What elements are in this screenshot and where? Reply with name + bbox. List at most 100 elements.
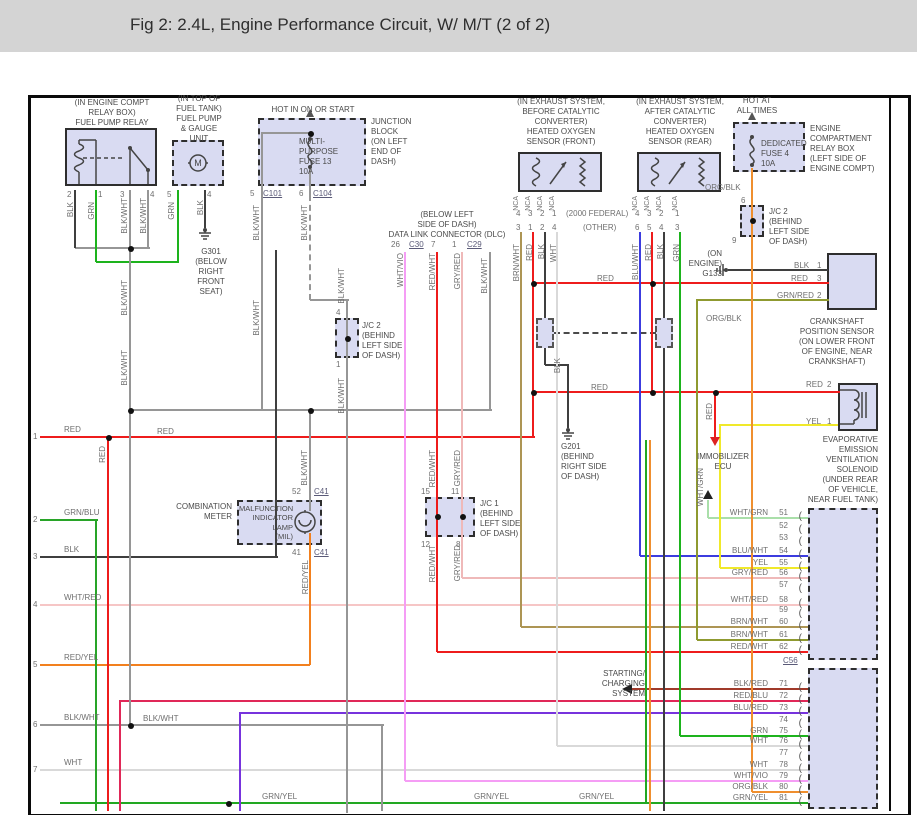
wire-segment — [309, 533, 311, 665]
crankshaft-sensor-box — [827, 253, 877, 310]
wire-segment — [640, 555, 808, 557]
fuel-pump-relay-caption: (IN ENGINE COMPT RELAY BOX) FUEL PUMP RE… — [52, 98, 172, 128]
pin-number: 51 — [779, 508, 788, 517]
wire-label: 1 — [817, 261, 821, 270]
wire-label: 3 — [675, 223, 679, 232]
wire-label: BLK — [553, 358, 562, 373]
junction-dot — [226, 801, 232, 807]
ecm-connector-box-1 — [808, 508, 878, 660]
pin-wire-label: BRN/WHT — [731, 617, 768, 626]
wire-label: 11 — [451, 487, 459, 496]
wire-label: RED — [157, 427, 174, 436]
pin-number: 79 — [779, 771, 788, 780]
pin-wire-label: RED/WHT — [731, 642, 768, 651]
wire-segment — [520, 232, 522, 627]
wire-label: RED/WHT — [428, 545, 437, 582]
wire-label: BLK/WHT — [120, 198, 129, 234]
junction-dot — [713, 390, 719, 396]
wire-label: 2 — [540, 209, 544, 218]
wire-label: ORG/BLK — [705, 183, 741, 192]
left-pin-number: 6 — [33, 720, 37, 729]
pin-wire-label: GRN — [750, 726, 768, 735]
wire-label: BRN/WHT — [512, 244, 521, 281]
pin-number: 61 — [779, 630, 788, 639]
pin-wire-label: BLU/RED — [733, 703, 768, 712]
wire-label: C104 — [313, 189, 332, 198]
left-wire-label: BLK/WHT — [64, 713, 100, 722]
wire-segment — [40, 556, 278, 558]
shield-symbol-rear — [655, 318, 673, 348]
wire-label: 6 — [635, 223, 639, 232]
pin-connector-arc: ( — [799, 739, 802, 750]
wire-label: RED — [591, 383, 608, 392]
left-pin-number: 3 — [33, 552, 37, 561]
wire-label: BLK — [66, 202, 75, 217]
wire-label: (2000 FEDERAL) — [566, 209, 628, 218]
wire-segment — [533, 391, 840, 393]
pin-connector-arc: ( — [799, 763, 802, 774]
left-pin-number: 2 — [33, 515, 37, 524]
pin-number: 77 — [779, 748, 788, 757]
junction-dot — [750, 218, 756, 224]
junction-dot — [650, 281, 656, 287]
wire-label: 52 — [292, 487, 301, 496]
o2-rear-caption: (IN EXHAUST SYSTEM, AFTER CATALYTIC CONV… — [625, 97, 735, 147]
o2-front-caption: (IN EXHAUST SYSTEM, BEFORE CATALYTIC CON… — [506, 97, 616, 147]
wire-label: 4 — [336, 308, 340, 317]
wire-label: BLK/WHT — [252, 300, 261, 336]
wire-segment — [40, 769, 808, 771]
pin-wire-label: WHT/RED — [731, 595, 768, 604]
pin-wire-label: WHT/VIO — [734, 771, 768, 780]
wire-segment — [262, 132, 310, 134]
wire-label: BLK — [794, 261, 809, 270]
pin-wire-label: WHT — [750, 760, 768, 769]
left-wire-label: RED/YEL — [64, 653, 98, 662]
diagram-inner-border — [889, 95, 891, 811]
wire-segment — [533, 282, 829, 284]
wire-label: 5 — [250, 189, 254, 198]
wire-label: C41 — [314, 548, 329, 557]
wire-label: GRN/RED — [777, 291, 814, 300]
pin-connector-arc: ( — [799, 571, 802, 582]
wire-label: BLK/WHT — [480, 258, 489, 294]
pin-number: 73 — [779, 703, 788, 712]
junction-dot — [531, 390, 537, 396]
wire-label: RED — [705, 403, 714, 420]
wire-label: RED/YEL — [301, 560, 310, 594]
fuse4-label: DEDICATED FUSE 4 10A — [761, 139, 811, 169]
fuel-pump-caption: (IN TOP OF FUEL TANK) FUEL PUMP & GAUGE … — [168, 94, 230, 144]
wire-label: GRN/YEL — [579, 792, 614, 801]
wire-label: RED — [791, 274, 808, 283]
pin-wire-label: WHT — [750, 736, 768, 745]
wire-label: 1 — [336, 360, 340, 369]
left-wire-label: BLK — [64, 545, 79, 554]
o2-sensor-symbol — [518, 152, 602, 192]
left-wire-label: RED — [64, 425, 81, 434]
wire-segment — [663, 348, 665, 811]
wire-segment — [40, 604, 808, 606]
pin-number: 59 — [779, 605, 788, 614]
wire-label: GRY/RED — [453, 545, 462, 581]
pin-number: 54 — [779, 546, 788, 555]
wire-label: 2 — [817, 291, 821, 300]
wire-label: GRN/YEL — [474, 792, 509, 801]
wire-segment — [649, 440, 651, 811]
wire-label: C29 — [467, 240, 482, 249]
wire-label: 3 — [817, 274, 821, 283]
wire-label: RED — [806, 380, 823, 389]
wire-label: C41 — [314, 487, 329, 496]
pin-number: 81 — [779, 793, 788, 802]
pin-wire-label: WHT/GRN — [730, 508, 768, 517]
pin-wire-label: BRN/WHT — [731, 630, 768, 639]
wire-label: 15 — [421, 487, 430, 496]
wire-label: 4 — [635, 209, 639, 218]
pin-connector-arc: ( — [799, 682, 802, 693]
wire-label: RED — [597, 274, 614, 283]
wire-label: RED — [525, 244, 534, 261]
fuse-icon — [744, 134, 760, 168]
wire-segment — [95, 519, 97, 811]
wire-segment — [261, 132, 263, 410]
wire-label: 3 — [528, 209, 532, 218]
wire-label: 4 — [150, 190, 154, 199]
left-wire-label: WHT — [64, 758, 82, 767]
